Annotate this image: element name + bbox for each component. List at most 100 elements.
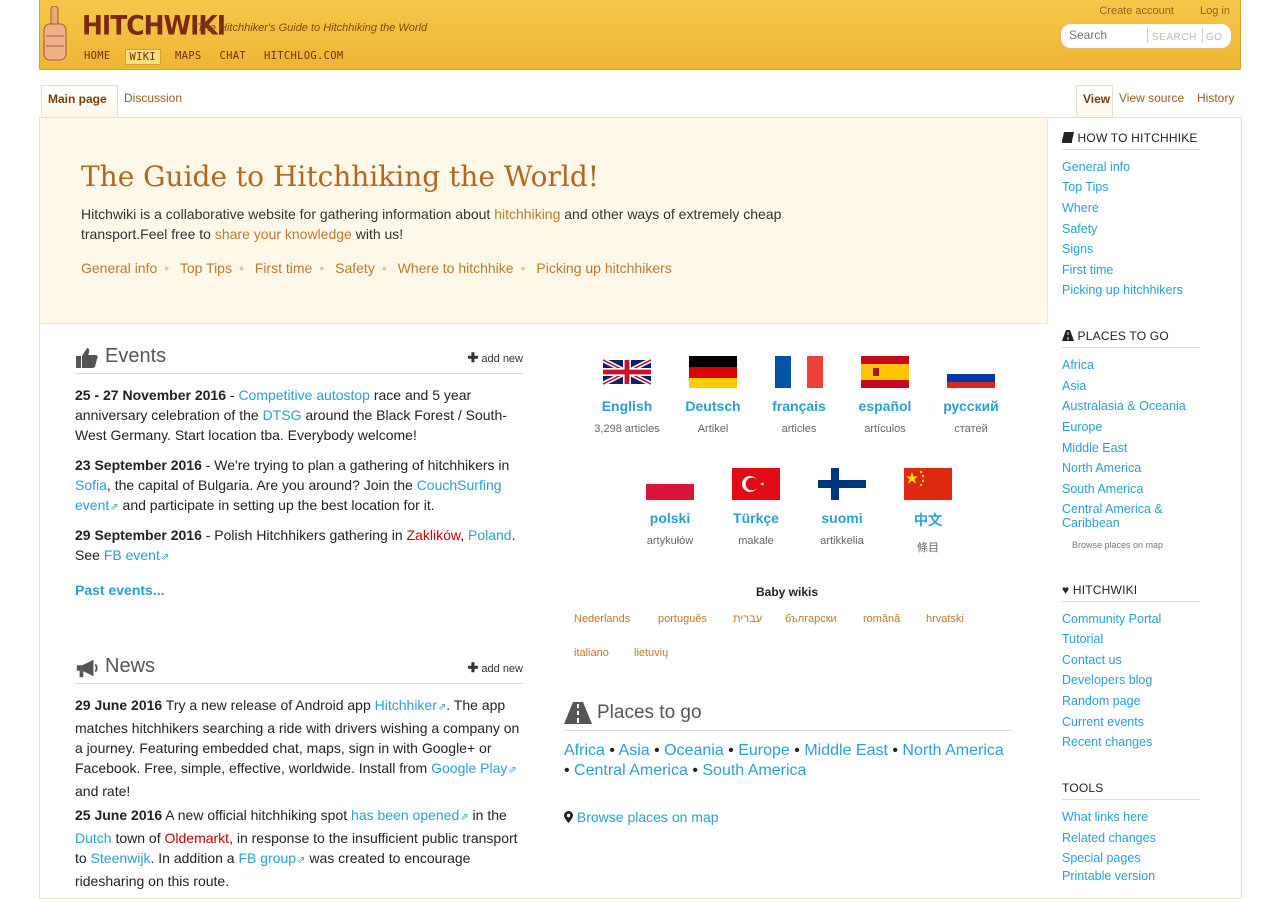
baby-wiki-link[interactable]: עברית [733, 613, 762, 625]
place-africa-link[interactable]: Africa [564, 742, 605, 759]
baby-wiki-link[interactable]: italiano [574, 647, 609, 659]
sidebar-link[interactable]: General info [1062, 160, 1130, 174]
go-button[interactable]: GO [1206, 32, 1223, 43]
nav-hitchlog[interactable]: HITCHLOG.COM [260, 49, 347, 65]
nav-maps[interactable]: MAPS [171, 49, 206, 65]
google-play-link[interactable]: Google Play [431, 760, 517, 776]
sidebar-link[interactable]: Safety [1062, 222, 1097, 236]
thumbs-up-logo-icon[interactable] [42, 6, 68, 62]
sidebar-link[interactable]: Current events [1062, 715, 1144, 729]
sidebar-link[interactable]: Europe [1062, 420, 1102, 434]
browse-places-link[interactable]: Browse places on map [577, 809, 719, 825]
language-name[interactable]: español [842, 398, 928, 414]
sidebar-link[interactable]: Special pages [1062, 851, 1141, 865]
place-middle-east-link[interactable]: Middle East [804, 742, 888, 759]
language-deutsch[interactable]: Deutsch Artikel [670, 356, 756, 435]
sidebar-browse-link[interactable]: Browse places on map [1072, 540, 1163, 550]
place-central-america-link[interactable]: Central America [574, 762, 688, 779]
baby-wiki-link[interactable]: български [785, 613, 837, 625]
language-name[interactable]: Türkçe [713, 510, 799, 526]
sidebar-link[interactable]: What links here [1062, 810, 1148, 824]
tab-discussion[interactable]: Discussion [118, 85, 194, 117]
competitive-autostop-link[interactable]: Competitive autostop [238, 387, 370, 403]
login-link[interactable]: Log in [1200, 5, 1230, 17]
fb-group-link[interactable]: FB group [238, 850, 305, 866]
add-event-button[interactable]: ✚ add new [467, 350, 523, 366]
dutch-link[interactable]: Dutch [75, 830, 112, 846]
quicklink-picking-up[interactable]: Picking up hitchhikers [536, 260, 671, 276]
zaklikow-link[interactable]: Zaklików [407, 527, 461, 543]
tab-history[interactable]: History [1191, 85, 1241, 117]
sidebar-link[interactable]: Printable version [1062, 869, 1155, 883]
baby-wiki-link[interactable]: Nederlands [574, 613, 630, 625]
baby-wiki-link[interactable]: lietuvių [634, 647, 668, 659]
sidebar-link[interactable]: Contact us [1062, 653, 1122, 667]
quicklink-top-tips[interactable]: Top Tips [180, 260, 232, 276]
sidebar-link[interactable]: Developers blog [1062, 673, 1152, 687]
language-name[interactable]: 中文 [885, 510, 971, 530]
language-russian[interactable]: русский статей [928, 356, 1014, 435]
sidebar-link[interactable]: Where [1062, 201, 1099, 215]
sidebar-link[interactable]: South America [1062, 482, 1143, 496]
quicklink-where[interactable]: Where to hitchhike [398, 260, 514, 276]
language-name[interactable]: English [584, 398, 670, 414]
language-name[interactable]: français [756, 398, 842, 414]
language-name[interactable]: русский [928, 398, 1014, 414]
place-europe-link[interactable]: Europe [738, 742, 790, 759]
language-name[interactable]: suomi [799, 510, 885, 526]
create-account-link[interactable]: Create account [1099, 5, 1174, 17]
dtsg-link[interactable]: DTSG [263, 407, 302, 423]
past-events-link[interactable]: Past events... [75, 582, 165, 598]
has-been-opened-link[interactable]: has been opened [351, 807, 469, 823]
quicklink-safety[interactable]: Safety [335, 260, 375, 276]
sidebar-link[interactable]: Recent changes [1062, 735, 1152, 749]
steenwijk-link[interactable]: Steenwijk [91, 850, 151, 866]
baby-wiki-link[interactable]: română [863, 613, 900, 625]
sidebar-link[interactable]: Middle East [1062, 441, 1127, 455]
place-south-america-link[interactable]: South America [702, 762, 806, 779]
tab-view-source[interactable]: View source [1113, 85, 1192, 117]
language-suomi[interactable]: suomi artikkelia [799, 468, 885, 547]
poland-link[interactable]: Poland [468, 527, 512, 543]
language-name[interactable]: polski [627, 510, 713, 526]
oldemarkt-link[interactable]: Oldemarkt [165, 830, 230, 846]
sidebar-link[interactable]: Picking up hitchhikers [1062, 283, 1183, 297]
search-button[interactable]: SEARCH [1152, 32, 1197, 43]
add-news-button[interactable]: ✚ add new [467, 660, 523, 676]
place-asia-link[interactable]: Asia [619, 742, 650, 759]
nav-home[interactable]: HOME [80, 49, 115, 65]
sidebar-link[interactable]: First time [1062, 263, 1113, 277]
sidebar-link[interactable]: Asia [1062, 379, 1086, 393]
nav-chat[interactable]: CHAT [216, 49, 251, 65]
tab-main-page[interactable]: Main page [41, 85, 118, 117]
sidebar-link[interactable]: Top Tips [1062, 180, 1109, 194]
sidebar-link[interactable]: North America [1062, 461, 1141, 475]
hitchhiking-link[interactable]: hitchhiking [494, 206, 560, 222]
language-english[interactable]: English 3,298 articles [584, 356, 670, 435]
baby-wiki-link[interactable]: hrvatski [926, 613, 964, 625]
quicklink-general-info[interactable]: General info [81, 260, 157, 276]
language-turkce[interactable]: Türkçe makale [713, 468, 799, 547]
sidebar-link[interactable]: Tutorial [1062, 632, 1103, 646]
tab-view[interactable]: View [1076, 85, 1113, 117]
language-chinese[interactable]: 中文 條目 [885, 468, 971, 555]
hitchhiker-app-link[interactable]: Hitchhiker [375, 697, 447, 713]
sidebar-link[interactable]: Central America & Caribbean [1062, 502, 1197, 530]
nav-wiki[interactable]: WIKI [124, 49, 161, 65]
sidebar-link[interactable]: Africa [1062, 358, 1094, 372]
search-input[interactable] [1067, 27, 1147, 43]
language-name[interactable]: Deutsch [670, 398, 756, 414]
sidebar-link[interactable]: Australasia & Oceania [1062, 399, 1186, 413]
baby-wiki-link[interactable]: português [658, 613, 707, 625]
sidebar-link[interactable]: Community Portal [1062, 612, 1161, 626]
place-oceania-link[interactable]: Oceania [664, 742, 724, 759]
language-polski[interactable]: polski artykułów [627, 468, 713, 547]
sidebar-link[interactable]: Related changes [1062, 831, 1156, 845]
fb-event-link[interactable]: FB event [104, 547, 169, 563]
sofia-link[interactable]: Sofia [75, 477, 107, 493]
quicklink-first-time[interactable]: First time [255, 260, 313, 276]
sidebar-link[interactable]: Signs [1062, 242, 1093, 256]
sidebar-link[interactable]: Random page [1062, 694, 1141, 708]
language-francais[interactable]: français articles [756, 356, 842, 435]
place-north-america-link[interactable]: North America [902, 742, 1003, 759]
